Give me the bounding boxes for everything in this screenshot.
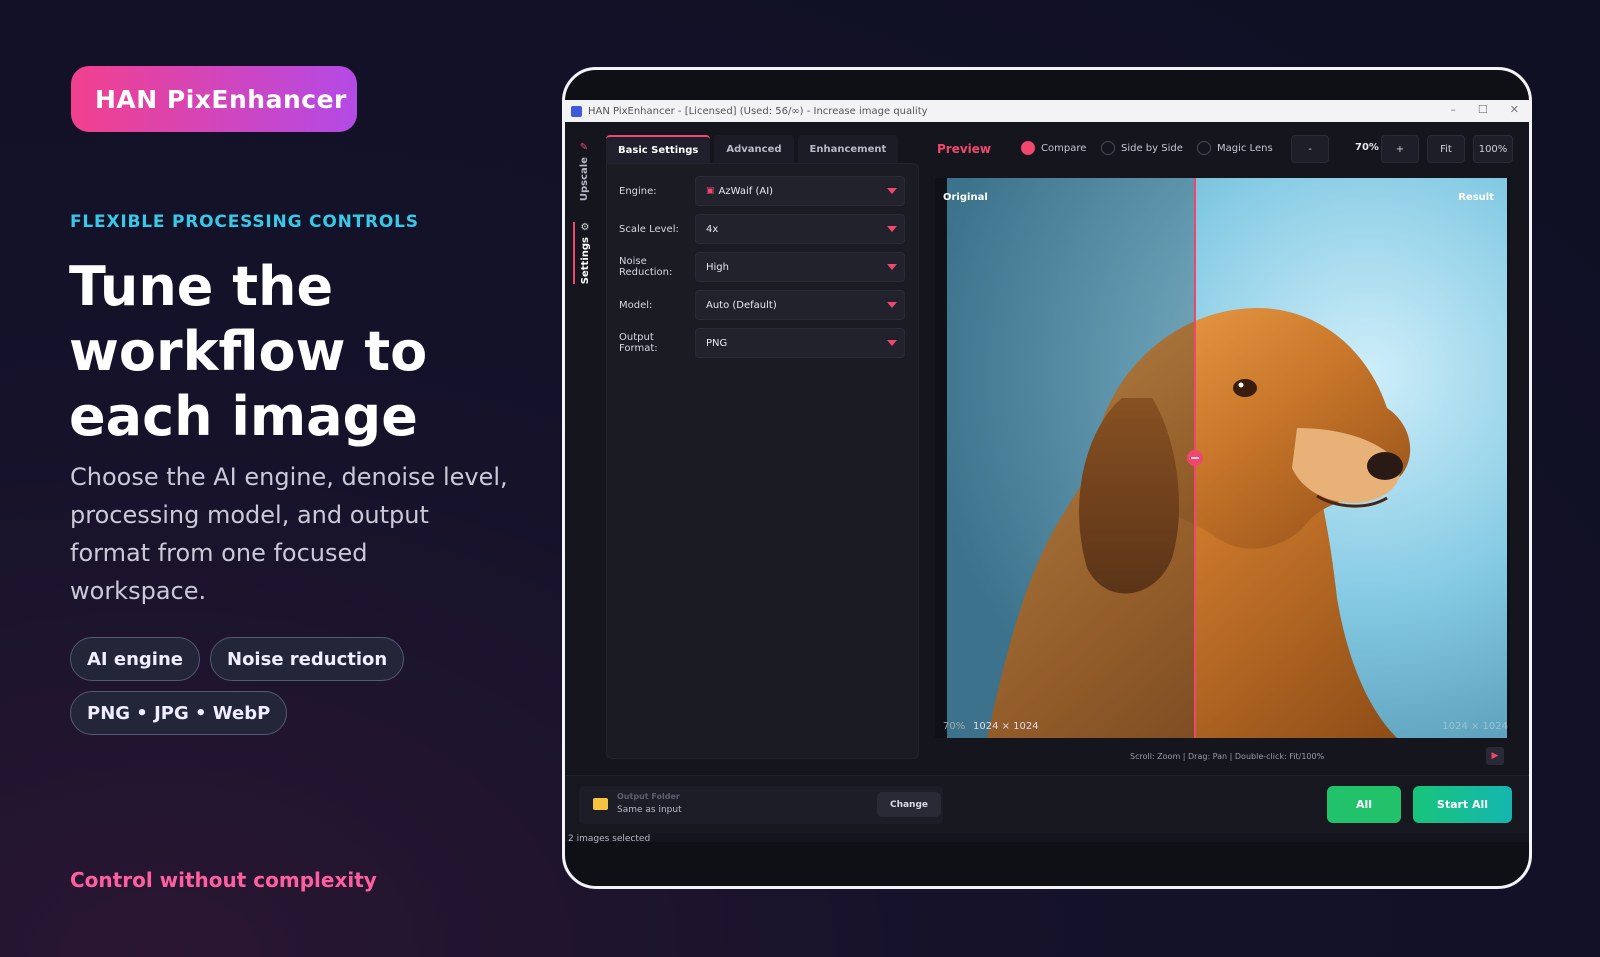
scale-label: Scale Level: xyxy=(619,223,679,235)
chip-label: Noise reduction xyxy=(227,648,388,670)
chevron-down-icon xyxy=(887,226,897,232)
description: Choose the AI engine, denoise level, pro… xyxy=(70,463,508,605)
tagline: Control without complexity xyxy=(70,868,377,892)
preview-hint: Scroll: Zoom | Drag: Pan | Double-click:… xyxy=(1130,752,1325,761)
mode-side-by-side-radio[interactable]: Side by Side xyxy=(1101,141,1183,155)
radio-label: Compare xyxy=(1041,142,1087,154)
zoom-overlay: 70% xyxy=(943,721,966,732)
format-row: Output Format: PNG xyxy=(619,328,905,358)
bottom-bar: Output Folder Same as input Change All S… xyxy=(565,775,1529,833)
format-label: Output Format: xyxy=(619,332,658,354)
engine-icon: ▣ xyxy=(706,186,715,196)
result-label: Result xyxy=(1458,192,1494,203)
scale-select[interactable]: 4x xyxy=(695,214,905,244)
change-folder-button[interactable]: Change xyxy=(877,792,941,817)
chevron-down-icon xyxy=(887,302,897,308)
maximize-icon[interactable]: ☐ xyxy=(1478,103,1488,116)
output-folder: Output Folder Same as input Change xyxy=(579,786,943,824)
chip-label: PNG • JPG • WebP xyxy=(87,702,271,724)
brush-icon: ✎ xyxy=(579,142,589,153)
play-icon: ▶ xyxy=(1491,751,1499,761)
chevron-down-icon xyxy=(887,264,897,270)
model-label: Model: xyxy=(619,299,653,311)
radio-label: Magic Lens xyxy=(1217,142,1273,154)
tab-basic-settings[interactable]: Basic Settings xyxy=(606,135,711,163)
tab-advanced[interactable]: Advanced xyxy=(714,135,794,163)
zoom-100-button[interactable]: 100% xyxy=(1473,135,1513,163)
chip-ai-engine: AI engine xyxy=(70,637,200,681)
radio-dot xyxy=(1021,141,1035,155)
chip-formats: PNG • JPG • WebP xyxy=(70,691,288,735)
status-bar: 2 images selected xyxy=(568,834,651,844)
gear-icon: ⚙ xyxy=(580,222,590,233)
app-device-frame: HAN PixEnhancer - [Licensed] (Used: 56/∞… xyxy=(562,67,1532,889)
radio-label: Side by Side xyxy=(1121,142,1183,154)
model-row: Model: Auto (Default) xyxy=(619,290,905,320)
chip-noise-reduction: Noise reduction xyxy=(210,637,405,681)
preview-stage[interactable]: Original Result 70% 1024 × 1024 1024 × 1… xyxy=(935,178,1510,738)
headline: Tune the workflow to each image xyxy=(69,255,428,448)
side-rail: ✎ Upscale ⚙ Settings xyxy=(573,142,595,382)
chevron-down-icon xyxy=(887,188,897,194)
noise-label: Noise Reduction: xyxy=(619,256,673,278)
dims-right: 1024 × 1024 xyxy=(1442,721,1508,732)
window-titlebar: HAN PixEnhancer - [Licensed] (Used: 56/∞… xyxy=(565,100,1529,122)
noise-value: High xyxy=(706,261,729,273)
settings-panel: Engine: ▣ AzWaif (AI) Scale Level: 4x No… xyxy=(606,163,919,759)
window-title: HAN PixEnhancer - [Licensed] (Used: 56/∞… xyxy=(588,105,928,117)
fit-button[interactable]: Fit xyxy=(1427,135,1465,163)
chip-label: AI engine xyxy=(87,648,183,670)
folder-icon xyxy=(593,798,608,810)
noise-row: Noise Reduction: High xyxy=(619,252,905,282)
section-eyebrow: FLEXIBLE PROCESSING CONTROLS xyxy=(70,212,419,232)
rail-tab-settings[interactable]: ⚙ Settings xyxy=(573,222,595,285)
output-folder-caption: Output Folder xyxy=(617,792,680,801)
model-value: Auto (Default) xyxy=(706,299,777,311)
dog-photo xyxy=(947,178,1507,738)
rail-tab-upscale[interactable]: ✎ Upscale xyxy=(573,142,595,201)
format-select[interactable]: PNG xyxy=(695,328,905,358)
scale-value: 4x xyxy=(706,223,719,235)
engine-label: Engine: xyxy=(619,185,657,197)
format-value: PNG xyxy=(706,337,728,349)
tab-enhancement[interactable]: Enhancement xyxy=(797,135,899,163)
compare-image[interactable] xyxy=(947,178,1507,738)
engine-select[interactable]: ▣ AzWaif (AI) xyxy=(695,176,905,206)
noise-select[interactable]: High xyxy=(695,252,905,282)
mode-compare-radio[interactable]: Compare xyxy=(1021,141,1086,155)
settings-tabs: Basic Settings Advanced Enhancement xyxy=(606,135,899,163)
output-folder-value: Same as input xyxy=(617,805,682,815)
rail-tab-label: Settings xyxy=(579,237,591,285)
all-button[interactable]: All xyxy=(1327,786,1401,823)
dims-left: 1024 × 1024 xyxy=(973,721,1039,732)
app-body: ✎ Upscale ⚙ Settings Basic Settings Adva… xyxy=(565,122,1529,844)
mode-magic-lens-radio[interactable]: Magic Lens xyxy=(1197,141,1273,155)
close-icon[interactable]: ✕ xyxy=(1510,103,1519,116)
app-icon xyxy=(571,105,582,117)
engine-row: Engine: ▣ AzWaif (AI) xyxy=(619,176,905,206)
zoom-in-button[interactable]: + xyxy=(1381,135,1419,163)
minimize-icon[interactable]: – xyxy=(1450,103,1456,116)
play-button[interactable]: ▶ xyxy=(1486,747,1504,765)
start-all-button[interactable]: Start All xyxy=(1413,786,1512,823)
radio-dot xyxy=(1197,141,1211,155)
brand-name: HAN PixEnhancer xyxy=(95,84,347,114)
brand-badge: HAN PixEnhancer xyxy=(71,66,357,132)
model-select[interactable]: Auto (Default) xyxy=(695,290,905,320)
preview-title: Preview xyxy=(937,142,992,156)
scale-row: Scale Level: 4x xyxy=(619,214,905,244)
engine-value: AzWaif (AI) xyxy=(718,185,774,197)
rail-tab-label: Upscale xyxy=(578,157,590,202)
radio-dot xyxy=(1101,141,1115,155)
original-label: Original xyxy=(943,192,988,203)
zoom-out-button[interactable]: - xyxy=(1291,135,1329,163)
chevron-down-icon xyxy=(887,340,897,346)
zoom-level: 70% xyxy=(1355,142,1379,153)
